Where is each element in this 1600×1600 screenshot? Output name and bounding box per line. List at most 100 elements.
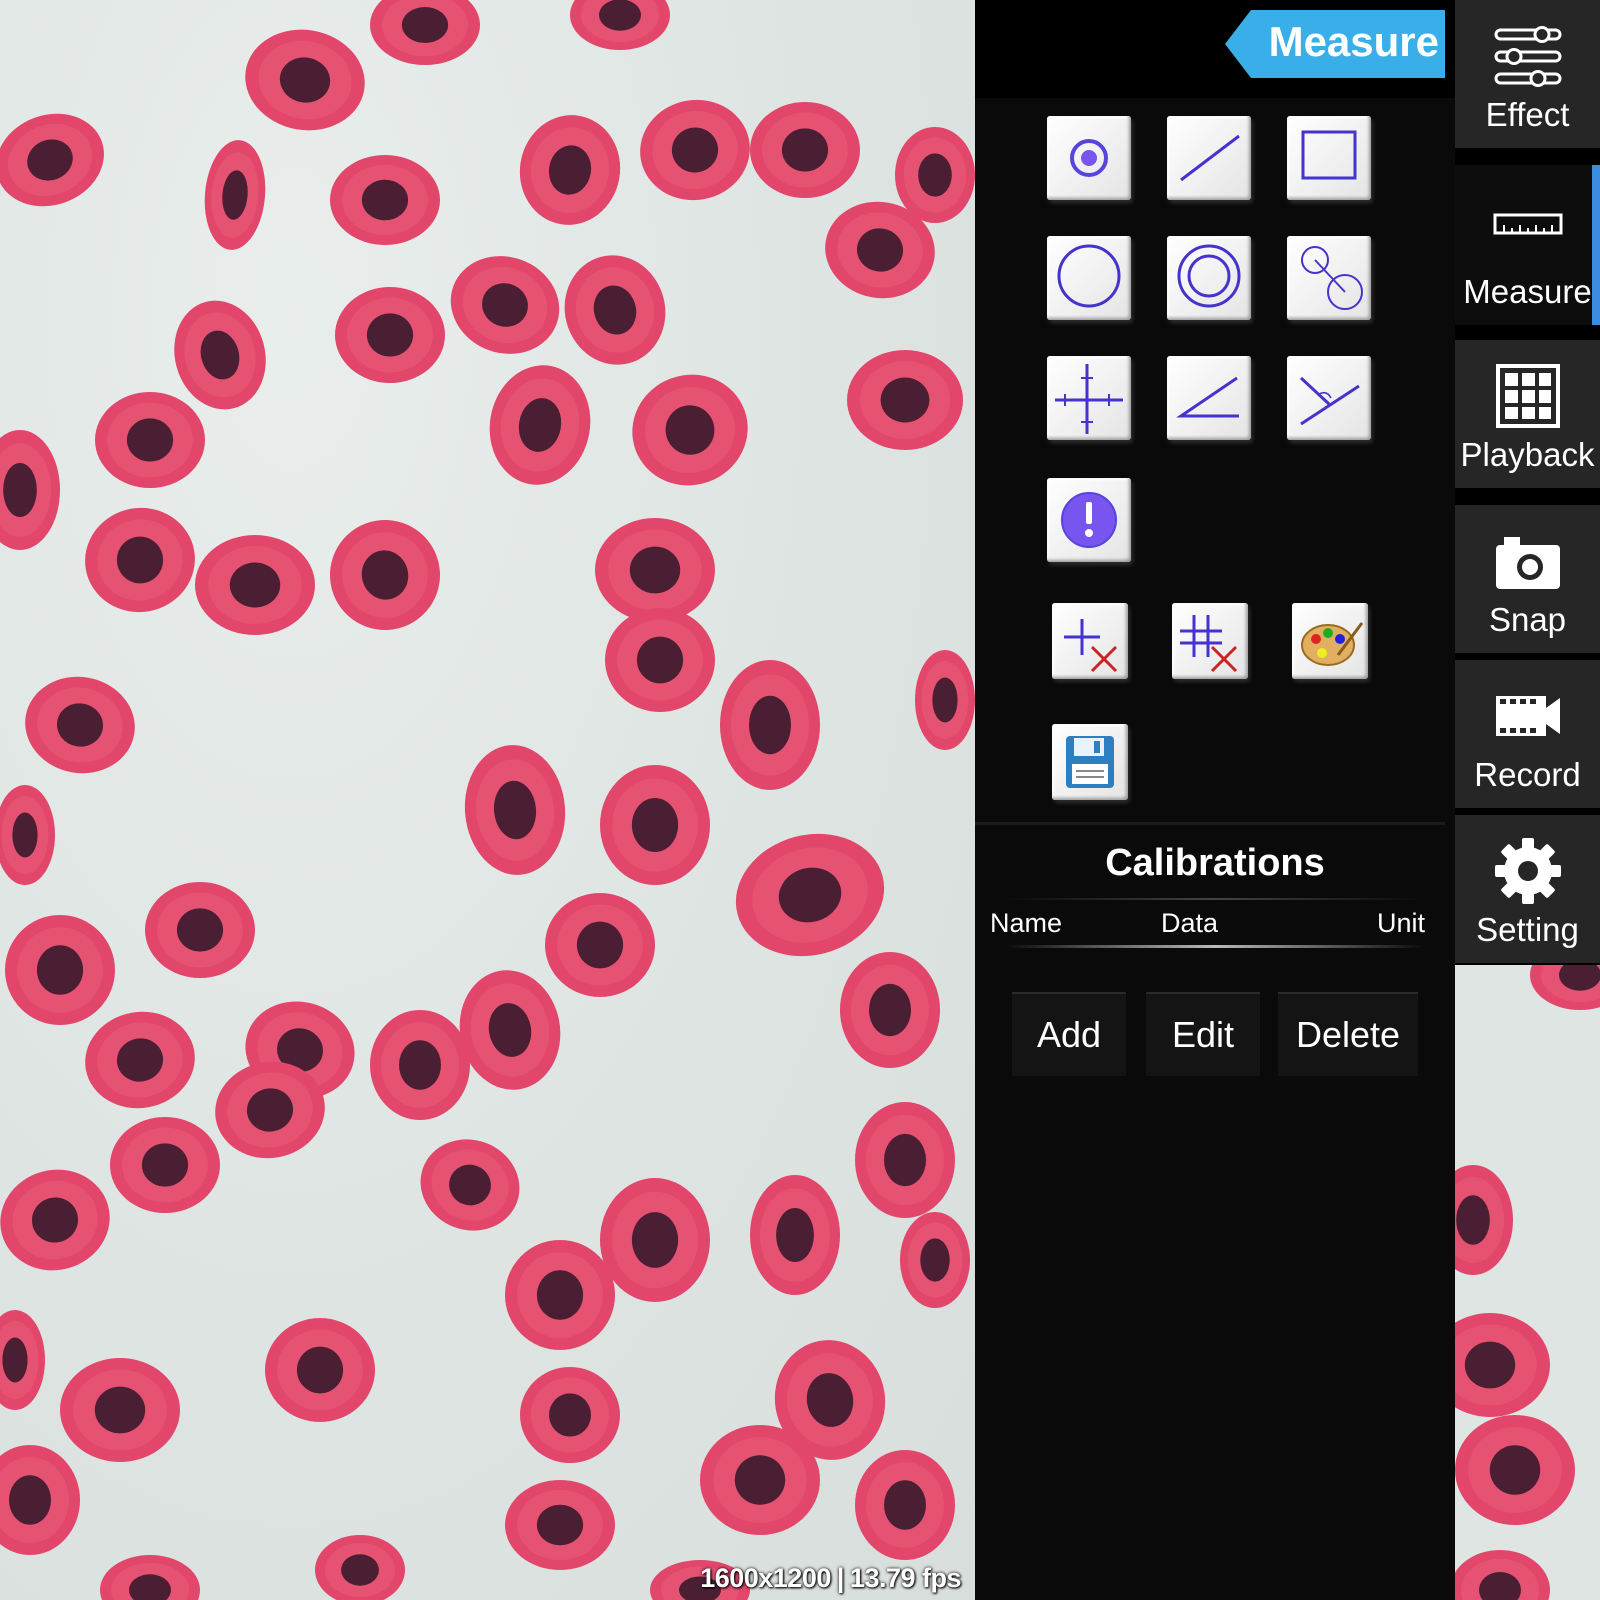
nav-effect[interactable]: Effect <box>1455 0 1600 148</box>
blood-cell <box>847 350 963 450</box>
blood-cell <box>545 893 655 997</box>
blood-cell <box>420 1139 520 1231</box>
blood-cell <box>85 1011 195 1109</box>
blood-cell <box>570 0 670 50</box>
circle-tool-button[interactable] <box>1047 236 1131 320</box>
blood-cell <box>204 140 266 250</box>
blood-cell <box>0 430 60 550</box>
concentric-circle-icon <box>1177 244 1241 308</box>
delete-calibration-button[interactable]: Delete <box>1278 992 1418 1076</box>
section-divider <box>975 822 1445 825</box>
delete-measure-tool-button[interactable] <box>1052 603 1128 679</box>
blood-cell <box>60 1358 180 1462</box>
blood-cell <box>855 1450 955 1560</box>
panel-header: Measure <box>975 0 1455 98</box>
blood-cell <box>370 0 480 65</box>
blood-cell <box>564 255 666 365</box>
palette-icon <box>1301 622 1364 666</box>
blood-cell <box>855 1102 955 1218</box>
blood-cell <box>915 650 975 750</box>
nav-record[interactable]: Record <box>1455 660 1600 808</box>
save-tool-button[interactable] <box>1052 724 1128 800</box>
resolution-readout: 1600x1200 <box>700 1563 831 1593</box>
add-calibration-button[interactable]: Add <box>1012 992 1126 1076</box>
delete-all-tool-button[interactable] <box>1172 603 1248 679</box>
blood-cell <box>100 1555 200 1600</box>
sliders-icon <box>1494 26 1561 87</box>
blood-cell <box>519 115 621 225</box>
blood-cell-image-edge <box>1455 965 1600 1600</box>
angle-icon <box>1176 376 1239 418</box>
nav-snap-label: Snap <box>1488 601 1567 638</box>
main-nav: Effect Measure Playback Snap Record Sett… <box>1455 0 1600 965</box>
rectangle-tool-button[interactable] <box>1287 116 1371 200</box>
measure-header-label: Measure <box>1268 18 1439 65</box>
blood-cell <box>595 518 715 622</box>
blood-cell <box>1455 1313 1550 1417</box>
blood-cell <box>450 256 560 354</box>
blood-cell <box>335 287 445 383</box>
point-icon <box>1070 139 1108 177</box>
blood-cell <box>489 365 591 485</box>
nav-measure[interactable]: Measure <box>1455 165 1600 325</box>
blood-cell <box>195 535 315 635</box>
nav-measure-label: Measure <box>1463 273 1592 310</box>
blood-cell <box>720 660 820 790</box>
blood-cell <box>265 1318 375 1422</box>
point-tool-button[interactable] <box>1047 116 1131 200</box>
measure-panel: Measure Calibrations Name Data Unit Add … <box>975 0 1455 1600</box>
blood-cell <box>370 1010 470 1120</box>
blood-cell <box>1455 1550 1550 1600</box>
blood-cell <box>895 127 975 223</box>
column-data-header: Data <box>1161 908 1219 938</box>
blood-cell <box>0 1445 80 1555</box>
nav-effect-label: Effect <box>1485 96 1570 133</box>
live-view-edge <box>1455 965 1600 1600</box>
calibrations-header-divider <box>1005 945 1425 948</box>
grid-icon <box>1495 364 1560 428</box>
info-icon <box>1061 492 1117 548</box>
blood-cell <box>1455 1415 1575 1525</box>
blood-cell <box>330 520 440 630</box>
circle-distance-tool-button[interactable] <box>1287 236 1371 320</box>
video-icon <box>1495 696 1560 736</box>
blood-cell <box>0 1169 110 1271</box>
cross-line-tool-button[interactable] <box>1047 356 1131 440</box>
active-indicator <box>1592 165 1600 325</box>
calibrations-title: Calibrations <box>1105 842 1325 884</box>
color-palette-tool-button[interactable] <box>1292 603 1368 679</box>
circle-distance-icon <box>1301 246 1363 310</box>
blood-cell <box>5 915 115 1025</box>
info-tool-button[interactable] <box>1047 478 1131 562</box>
blood-cell <box>600 765 710 885</box>
nav-setting[interactable]: Setting <box>1455 815 1600 963</box>
delete-measure-icon <box>1064 619 1118 673</box>
blood-cell <box>605 608 715 712</box>
blood-cell <box>505 1240 615 1350</box>
concentric-circle-tool-button[interactable] <box>1167 236 1251 320</box>
angle-tool-button[interactable] <box>1167 356 1251 440</box>
blood-cell <box>640 99 750 201</box>
blood-cell <box>110 1117 220 1213</box>
microscope-live-view[interactable]: 1600x1200 | 13.79 fps <box>0 0 975 1600</box>
blood-cell <box>700 1425 820 1535</box>
blood-cell <box>85 507 195 613</box>
cross-line-icon <box>1055 364 1123 434</box>
three-point-angle-icon <box>1299 376 1360 426</box>
calibrations-table-header: Name Data Unit <box>990 890 1425 948</box>
edit-calibration-button[interactable]: Edit <box>1146 992 1260 1076</box>
line-tool-button[interactable] <box>1167 116 1251 200</box>
three-point-angle-tool-button[interactable] <box>1287 356 1371 440</box>
nav-snap[interactable]: Snap <box>1455 505 1600 653</box>
delete-all-icon <box>1180 615 1238 673</box>
column-name-header: Name <box>990 908 1063 938</box>
blood-cell <box>1530 965 1600 1010</box>
nav-playback[interactable]: Playback <box>1455 340 1600 488</box>
blood-cell-image <box>0 0 975 1600</box>
blood-cell <box>0 785 55 885</box>
blood-cell <box>0 1310 45 1410</box>
save-icon <box>1066 736 1114 788</box>
fps-readout: 13.79 fps <box>849 1563 962 1593</box>
blood-cell <box>464 745 566 875</box>
blood-cell <box>245 29 365 131</box>
